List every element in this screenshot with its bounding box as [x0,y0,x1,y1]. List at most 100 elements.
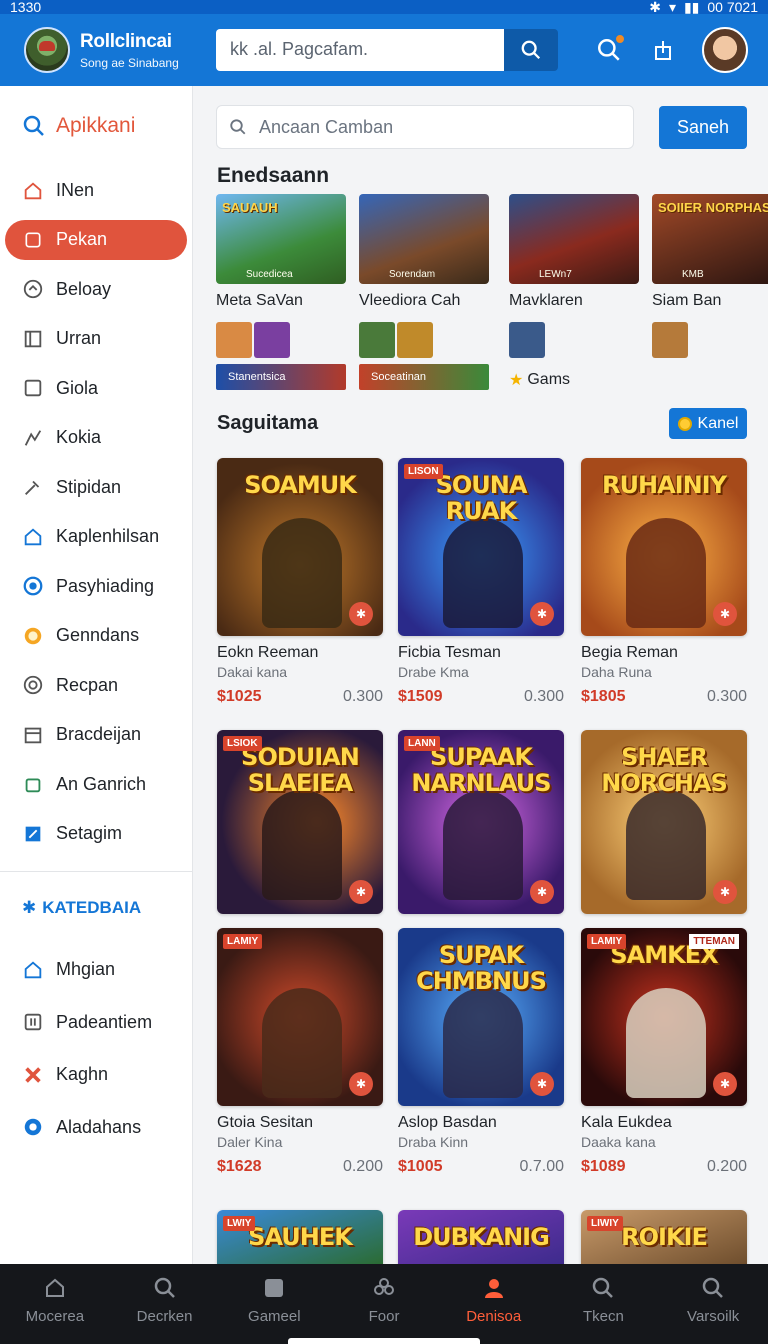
sidebar-item-pasyhiading[interactable]: Pasyhiading [0,562,192,612]
category-item-mhgian[interactable]: Mhgian [0,944,192,997]
game-card-art[interactable]: SAUHEK LWIY [217,1210,383,1264]
game-card-meta: $1025 0.300 [217,688,383,706]
featured-item[interactable]: Sorendam Vleediora Cah Soceatinan [359,194,494,390]
game-card[interactable]: SOAMUK ✱ Eokn Reeman Dakai kana $1025 0.300 [217,458,383,706]
game-card-art[interactable]: SOAMUK ✱ [217,458,383,636]
featured-thumb[interactable]: SOIIER NORPHAS KMB [652,194,768,284]
sidebar-item-giola[interactable]: Giola [0,364,192,414]
featured-thumb[interactable]: SAUAUH Sucedicea [216,194,346,284]
sidebar-item-inen[interactable]: INen [0,166,192,216]
featured-pill[interactable]: Stanentsica [216,364,346,390]
sidebar-item-urran[interactable]: Urran [0,314,192,364]
nav-item-gameel[interactable]: Gameel [219,1264,329,1344]
featured-item[interactable]: SAUAUH Sucedicea Meta SaVan Stanentsica [216,194,351,390]
sidebar-item-beloay[interactable]: Beloay [0,265,192,315]
nav-item-label: Varsoilk [687,1308,740,1325]
header-search-button[interactable] [504,29,558,71]
frame-icon [22,328,44,350]
featured-thumb[interactable]: LEWn7 [509,194,639,284]
sidebar-item-label: Setagim [56,823,123,844]
main-search-input[interactable]: Ancaan Camban [216,105,634,149]
game-card-art-title: DUBKANIG [413,1223,550,1251]
featured-pill[interactable]: Soceatinan [359,364,489,390]
category-item-aladahans[interactable]: Aladahans [0,1101,192,1154]
featured-item[interactable]: SOIIER NORPHAS KMB Siam Ban [652,194,768,358]
featured-thumb[interactable]: Sorendam [359,194,489,284]
game-card[interactable]: SODUIAN SLAEIEA LSIOK ✱ [217,730,383,914]
game-card[interactable]: DUBKANIG [398,1210,564,1264]
app-logo[interactable] [24,27,70,73]
favorite-icon[interactable]: ✱ [713,602,737,626]
sidebar-item-label: Recpan [56,674,119,695]
game-card-art[interactable]: SUPAK CHMBNUS ✱ [398,928,564,1106]
game-card-subtitle: Daaka kana [581,1134,656,1150]
header-actions [594,27,748,73]
gams-link[interactable]: ★ Gams [509,370,644,390]
game-card-art[interactable]: ROIKIE LIWIY [581,1210,747,1264]
game-card-art[interactable]: SAMKEX LAMIY TTEMAN ✱ [581,928,747,1106]
header-search-input[interactable]: kk .al. Pagcafam. [216,29,504,71]
mini-thumb[interactable] [652,322,688,358]
header-search[interactable]: kk .al. Pagcafam. [216,29,558,71]
game-card-art[interactable]: DUBKANIG [398,1210,564,1264]
game-card[interactable]: SHAER NORCHAS ✱ [581,730,747,914]
game-card-art[interactable]: RUHAINIY ✱ [581,458,747,636]
sidebar-item-recpan[interactable]: Recpan [0,661,192,711]
game-card[interactable]: SUPAAK NARNLAUS LANN ✱ [398,730,564,914]
user-avatar[interactable] [702,27,748,73]
game-card[interactable]: LAMIY ✱ Gtoia Sesitan Daler Kina $1628 0.200 [217,928,383,1176]
header-share-action[interactable] [648,35,678,65]
game-card[interactable]: ROIKIE LIWIY [581,1210,747,1264]
sidebar-item-kokia[interactable]: Kokia [0,413,192,463]
mini-thumb[interactable] [509,322,545,358]
main-search-button[interactable]: Saneh [659,106,747,149]
game-card-art[interactable]: SODUIAN SLAEIEA LSIOK ✱ [217,730,383,914]
sidebar-item-bracdeijan[interactable]: Bracdeijan [0,710,192,760]
header-search-action[interactable] [594,33,626,65]
sidebar-item-setagim[interactable]: Setagim [0,809,192,859]
favorite-icon[interactable]: ✱ [530,1072,554,1096]
game-card-art[interactable]: SOUNA RUAK LISON ✱ [398,458,564,636]
favorite-icon[interactable]: ✱ [349,880,373,904]
favorite-icon[interactable]: ✱ [349,602,373,626]
game-card[interactable]: SAMKEX LAMIY TTEMAN ✱ Kala Eukdea Daaka kana $… [581,928,747,1176]
sidebar-item-kaplenhilsan[interactable]: Kaplenhilsan [0,512,192,562]
sidebar-item-genndans[interactable]: Genndans [0,611,192,661]
game-card-meta: $1628 0.200 [217,1158,383,1176]
sidebar-item-stipidan[interactable]: Stipidan [0,463,192,513]
mini-thumb[interactable] [397,322,433,358]
featured-item[interactable]: LEWn7 Mavklaren ★ Gams [509,194,644,390]
game-card[interactable]: SUPAK CHMBNUS ✱ Aslop Basdan Draba Kinn $100… [398,928,564,1176]
game-card-art[interactable]: SHAER NORCHAS ✱ [581,730,747,914]
share-icon [655,41,671,60]
favorite-icon[interactable]: ✱ [349,1072,373,1096]
game-card-art[interactable]: SUPAAK NARNLAUS LANN ✱ [398,730,564,914]
sidebar-title[interactable]: Apikkani [0,86,192,166]
favorite-icon[interactable]: ✱ [713,1072,737,1096]
sidebar-item-pekan[interactable]: Pekan [5,219,187,260]
mini-thumb[interactable] [254,322,290,358]
mini-thumb[interactable] [359,322,395,358]
cross-icon [22,1064,44,1086]
game-card-art[interactable]: LAMIY ✱ [217,928,383,1106]
category-item-label: Padeantiem [56,1011,153,1032]
mini-thumb[interactable] [216,322,252,358]
favorite-icon[interactable]: ✱ [530,880,554,904]
category-item-padeantiem[interactable]: Padeantiem [0,996,192,1049]
nav-item-mocerea[interactable]: Mocerea [0,1264,110,1344]
nav-item-foor[interactable]: Foor [329,1264,439,1344]
game-card[interactable]: SOUNA RUAK LISON ✱ Ficbia Tesman Drabe Kma $1… [398,458,564,706]
favorite-icon[interactable]: ✱ [530,602,554,626]
favorite-icon[interactable]: ✱ [713,880,737,904]
category-item-kaghn[interactable]: Kaghn [0,1049,192,1102]
game-card-badge: LAMIY [223,934,263,949]
game-card[interactable]: RUHAINIY ✱ Begia Reman Daha Runa $1805 0.300 [581,458,747,706]
nav-item-tkecn[interactable]: Tkecn [549,1264,659,1344]
nav-item-decrken[interactable]: Decrken [110,1264,220,1344]
game-card[interactable]: SAUHEK LWIY [217,1210,383,1264]
kanel-button[interactable]: Kanel [669,408,747,439]
game-card-subtitle: Drabe Kma [398,664,469,680]
nav-item-varsoilk[interactable]: Varsoilk [658,1264,768,1344]
nav-item-denisoa[interactable]: Denisoa [439,1264,549,1344]
sidebar-item-an-ganrich[interactable]: An Ganrich [0,760,192,810]
